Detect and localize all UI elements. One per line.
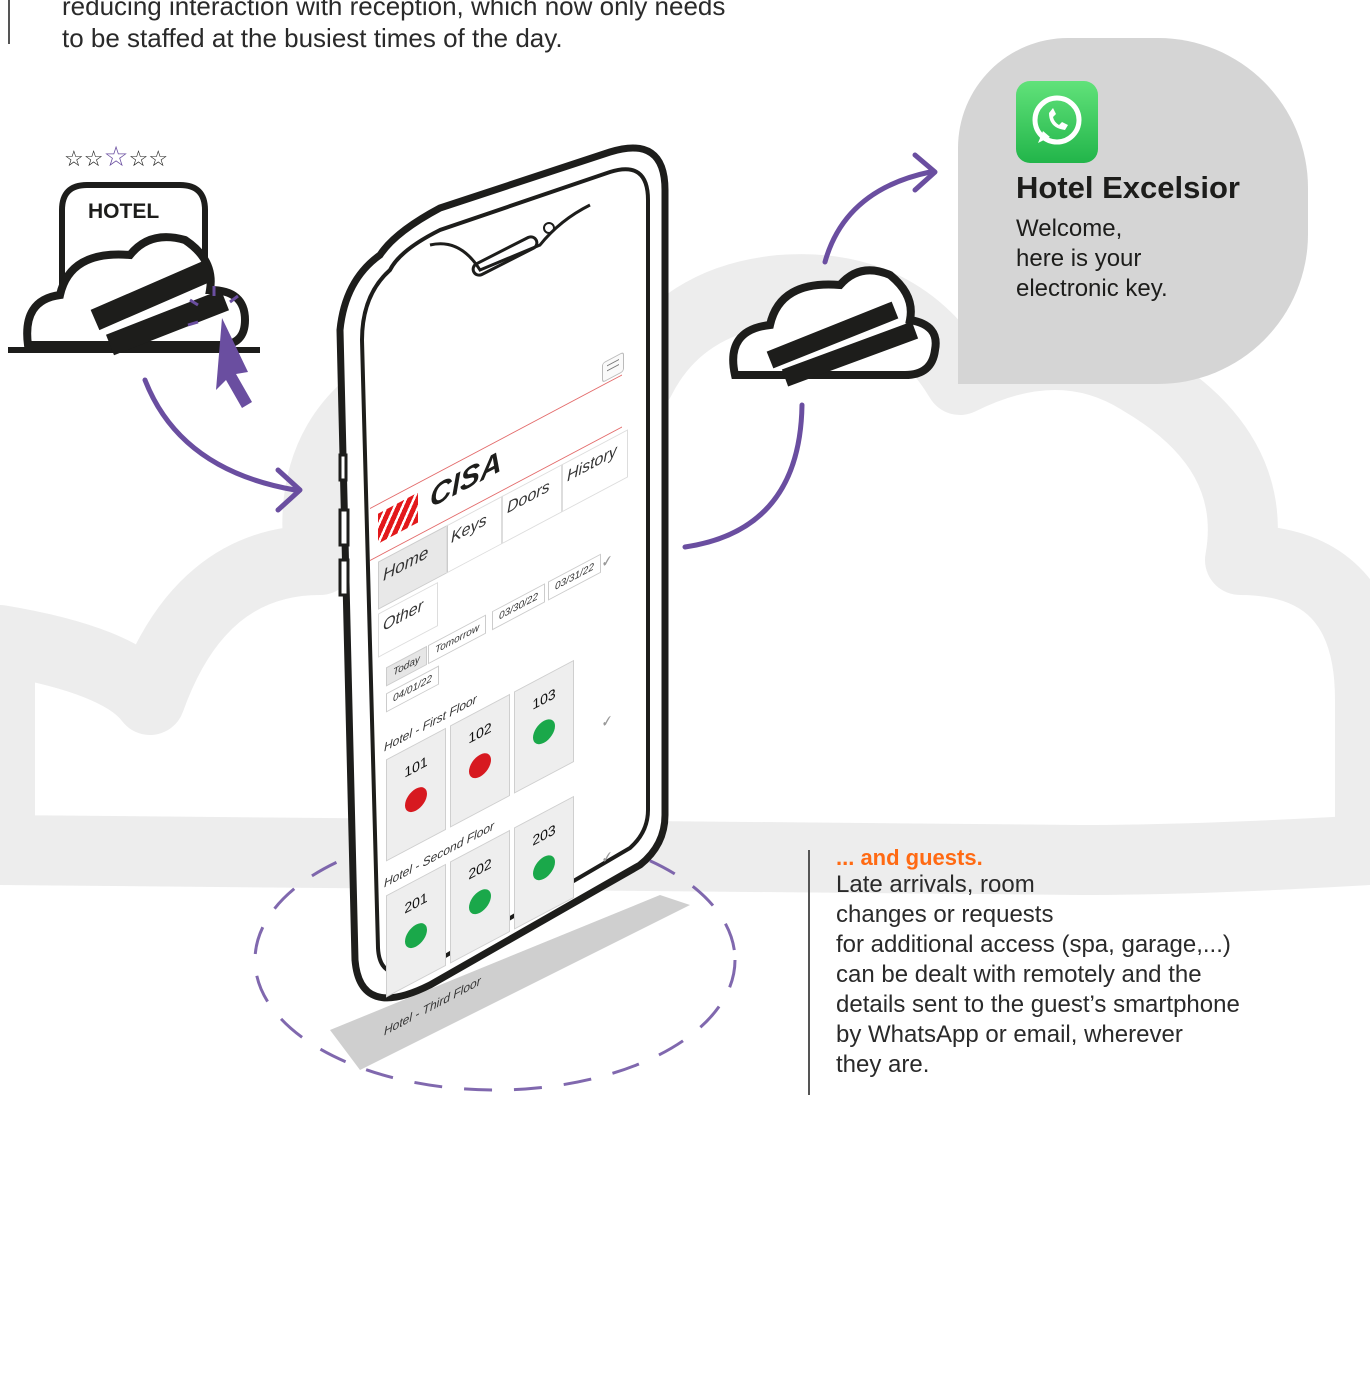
guests-heading: ... and guests. (836, 845, 983, 870)
guests-text-line: changes or requests (836, 901, 1054, 928)
chevron-down-icon[interactable]: ✔ (602, 712, 612, 731)
guests-text-line: can be dealt with remotely and the (836, 961, 1202, 988)
date-tab-0331[interactable]: 03/31/22 (548, 553, 601, 601)
bed-icon (533, 850, 555, 885)
room-number: 201 (404, 888, 428, 917)
whatsapp-message-line: here is your (1016, 245, 1142, 272)
guests-text-line: by WhatsApp or email, wherever (836, 1021, 1183, 1048)
date-tab-0330[interactable]: 03/30/22 (492, 583, 545, 631)
room-number: 101 (404, 752, 428, 781)
tab-doors[interactable]: Doors (502, 464, 562, 545)
whatsapp-icon (1016, 81, 1098, 163)
bed-icon (405, 918, 427, 953)
room-number: 203 (532, 820, 556, 849)
bed-icon (533, 714, 555, 749)
bed-icon (469, 884, 491, 919)
app-screen: CISA Home Keys Doors History Other Today… (370, 351, 628, 1380)
whatsapp-message-line: Welcome, (1016, 215, 1123, 242)
tab-keys[interactable]: Keys (446, 496, 502, 574)
chevron-down-icon[interactable]: ✔ (602, 552, 612, 571)
room-number: 202 (468, 854, 492, 883)
whatsapp-message-line: electronic key. (1016, 275, 1168, 302)
whatsapp-message-bubble (958, 38, 1308, 384)
chevron-down-icon[interactable]: ✔ (602, 848, 612, 867)
room-number: 102 (468, 718, 492, 747)
guests-text-line: for additional access (spa, garage,...) (836, 931, 1231, 958)
guests-text-line: Late arrivals, room (836, 871, 1035, 898)
guests-text-line: details sent to the guest’s smartphone (836, 991, 1240, 1018)
room-number: 103 (532, 684, 556, 713)
suitcase-icon (405, 782, 427, 817)
bed-icon (469, 748, 491, 783)
guests-divider (808, 850, 810, 1095)
room-tile-103[interactable]: 103 (514, 659, 574, 794)
room-tile-203[interactable]: 203 (514, 795, 574, 930)
whatsapp-sender-title: Hotel Excelsior (1016, 170, 1240, 205)
guests-text-line: they are. (836, 1051, 930, 1078)
